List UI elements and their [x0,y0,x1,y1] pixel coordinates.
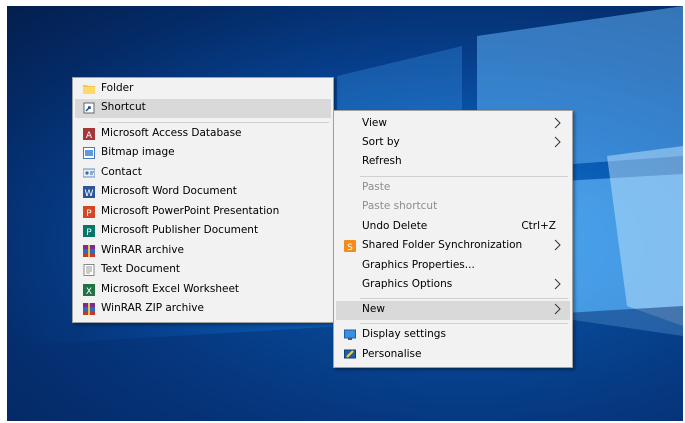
svg-text:X: X [86,287,92,296]
menu-separator [360,298,568,299]
submenu-item-publisher[interactable]: P Microsoft Publisher Document [75,222,331,241]
submenu-item-powerpoint[interactable]: P Microsoft PowerPoint Presentation [75,203,331,222]
winrar-zip-icon [83,303,95,315]
menu-item-shared-folder-sync[interactable]: S Shared Folder Synchronization [336,237,570,256]
menu-item-display-settings[interactable]: Display settings [336,326,570,345]
word-icon: W [83,186,95,198]
winrar-icon [83,245,95,257]
access-icon: A [83,128,95,140]
chevron-right-icon [554,117,561,129]
menu-separator [360,176,568,177]
folder-icon [83,85,95,94]
chevron-right-icon [554,278,561,290]
menu-item-personalise[interactable]: Personalise [336,346,570,365]
shortcut-icon [83,102,95,114]
submenu-separator [99,122,329,123]
publisher-icon: P [83,225,95,237]
menu-item-refresh[interactable]: Refresh [336,153,570,172]
submenu-item-access[interactable]: A Microsoft Access Database [75,125,331,144]
chevron-right-icon [554,239,561,251]
shortcut-key: Ctrl+Z [521,220,556,232]
menu-item-graphics-properties[interactable]: Graphics Properties... [336,257,570,276]
chevron-right-icon [554,303,561,315]
svg-text:P: P [86,209,92,218]
menu-item-paste-shortcut[interactable]: Paste shortcut [336,198,570,217]
menu-item-graphics-options[interactable]: Graphics Options [336,276,570,295]
submenu-item-word[interactable]: W Microsoft Word Document [75,183,331,202]
submenu-item-text-document[interactable]: Text Document [75,261,331,280]
svg-text:S: S [347,243,353,252]
submenu-item-excel[interactable]: X Microsoft Excel Worksheet [75,281,331,300]
menu-item-undo-delete[interactable]: Undo Delete Ctrl+Z [336,218,570,237]
powerpoint-icon: P [83,206,95,218]
submenu-item-shortcut[interactable]: Shortcut [75,99,331,118]
menu-item-paste[interactable]: Paste [336,179,570,198]
menu-item-new[interactable]: New [336,301,570,320]
desktop-context-menu: View Sort by Refresh Paste Paste shortcu… [333,110,573,368]
submenu-item-winrar[interactable]: WinRAR archive [75,242,331,261]
excel-icon: X [83,284,95,296]
personalise-icon [344,349,356,359]
svg-text:A: A [86,131,93,140]
menu-separator [360,323,568,324]
sync-icon: S [344,240,356,252]
submenu-item-folder[interactable]: Folder [75,80,331,99]
new-submenu: Folder Shortcut A Microsoft Access Datab… [72,77,334,323]
menu-item-view[interactable]: View [336,115,570,134]
submenu-item-bitmap[interactable]: Bitmap image [75,144,331,163]
submenu-item-contact[interactable]: Contact [75,164,331,183]
chevron-right-icon [554,136,561,148]
contact-icon [83,168,95,178]
svg-text:W: W [85,189,94,198]
submenu-item-winrar-zip[interactable]: WinRAR ZIP archive [75,300,331,319]
svg-text:P: P [86,228,92,237]
menu-item-sort-by[interactable]: Sort by [336,134,570,153]
text-document-icon [83,264,95,276]
bitmap-icon [83,147,95,159]
display-icon [344,329,356,340]
